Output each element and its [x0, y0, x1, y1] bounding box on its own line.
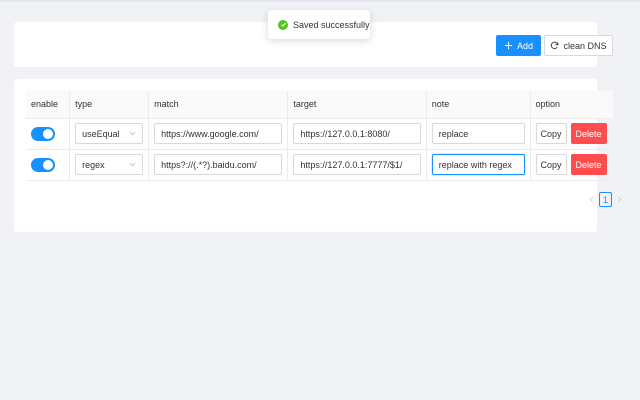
table-row: useEqual https://www.google.com/ https:/… [26, 118, 613, 150]
chevron-down-icon [129, 131, 136, 136]
note-input[interactable]: replace [431, 123, 525, 144]
target-input[interactable]: https://127.0.0.1:7777/$1/ [293, 154, 421, 175]
note-input[interactable]: replace with regex [431, 154, 525, 175]
next-page-button[interactable] [616, 195, 623, 205]
type-select[interactable]: useEqual [75, 123, 144, 144]
match-input[interactable]: https://www.google.com/ [154, 123, 283, 144]
add-button[interactable]: Add [496, 35, 541, 56]
copy-button[interactable]: Copy [535, 123, 567, 144]
header-enable: enable [26, 91, 71, 119]
add-button-label: Add [516, 40, 533, 51]
header-option: option [530, 91, 613, 119]
target-input[interactable]: https://127.0.0.1:8080/ [293, 123, 421, 144]
enable-switch[interactable] [31, 157, 55, 172]
header-target: target [287, 91, 427, 119]
chevron-left-icon [589, 196, 594, 202]
header-note: note [426, 91, 531, 119]
switch-knob [43, 159, 53, 170]
match-input[interactable]: https?://(.*?).baidu.com/ [154, 154, 283, 175]
type-value: useEqual [82, 128, 120, 139]
pagination: 1 [588, 192, 623, 207]
type-select[interactable]: regex [75, 154, 144, 175]
copy-button[interactable]: Copy [535, 154, 567, 175]
switch-knob [43, 128, 53, 139]
table-header: enable type match target note option [26, 91, 613, 119]
header-type: type [69, 91, 150, 119]
refresh-icon [551, 41, 559, 50]
rules-table: enable type match target note option use… [26, 91, 613, 181]
check-circle-icon [278, 19, 288, 30]
toast-message: Saved successfully [293, 19, 370, 30]
chevron-down-icon [129, 162, 136, 167]
table-row: regex https?://(.*?).baidu.com/ https://… [26, 149, 613, 181]
chevron-right-icon [617, 196, 622, 202]
clean-dns-label: clean DNS [563, 40, 607, 51]
clean-dns-button[interactable]: clean DNS [544, 35, 613, 56]
delete-button[interactable]: Delete [570, 123, 607, 144]
enable-switch[interactable] [31, 126, 55, 141]
top-border [0, 0, 640, 2]
prev-page-button[interactable] [588, 195, 595, 205]
type-value: regex [82, 159, 105, 170]
plus-icon [504, 41, 513, 50]
delete-button[interactable]: Delete [570, 154, 607, 175]
success-toast: Saved successfully [268, 10, 370, 39]
header-match: match [148, 91, 289, 119]
page-number[interactable]: 1 [599, 192, 612, 207]
rules-card: enable type match target note option use… [14, 79, 622, 232]
